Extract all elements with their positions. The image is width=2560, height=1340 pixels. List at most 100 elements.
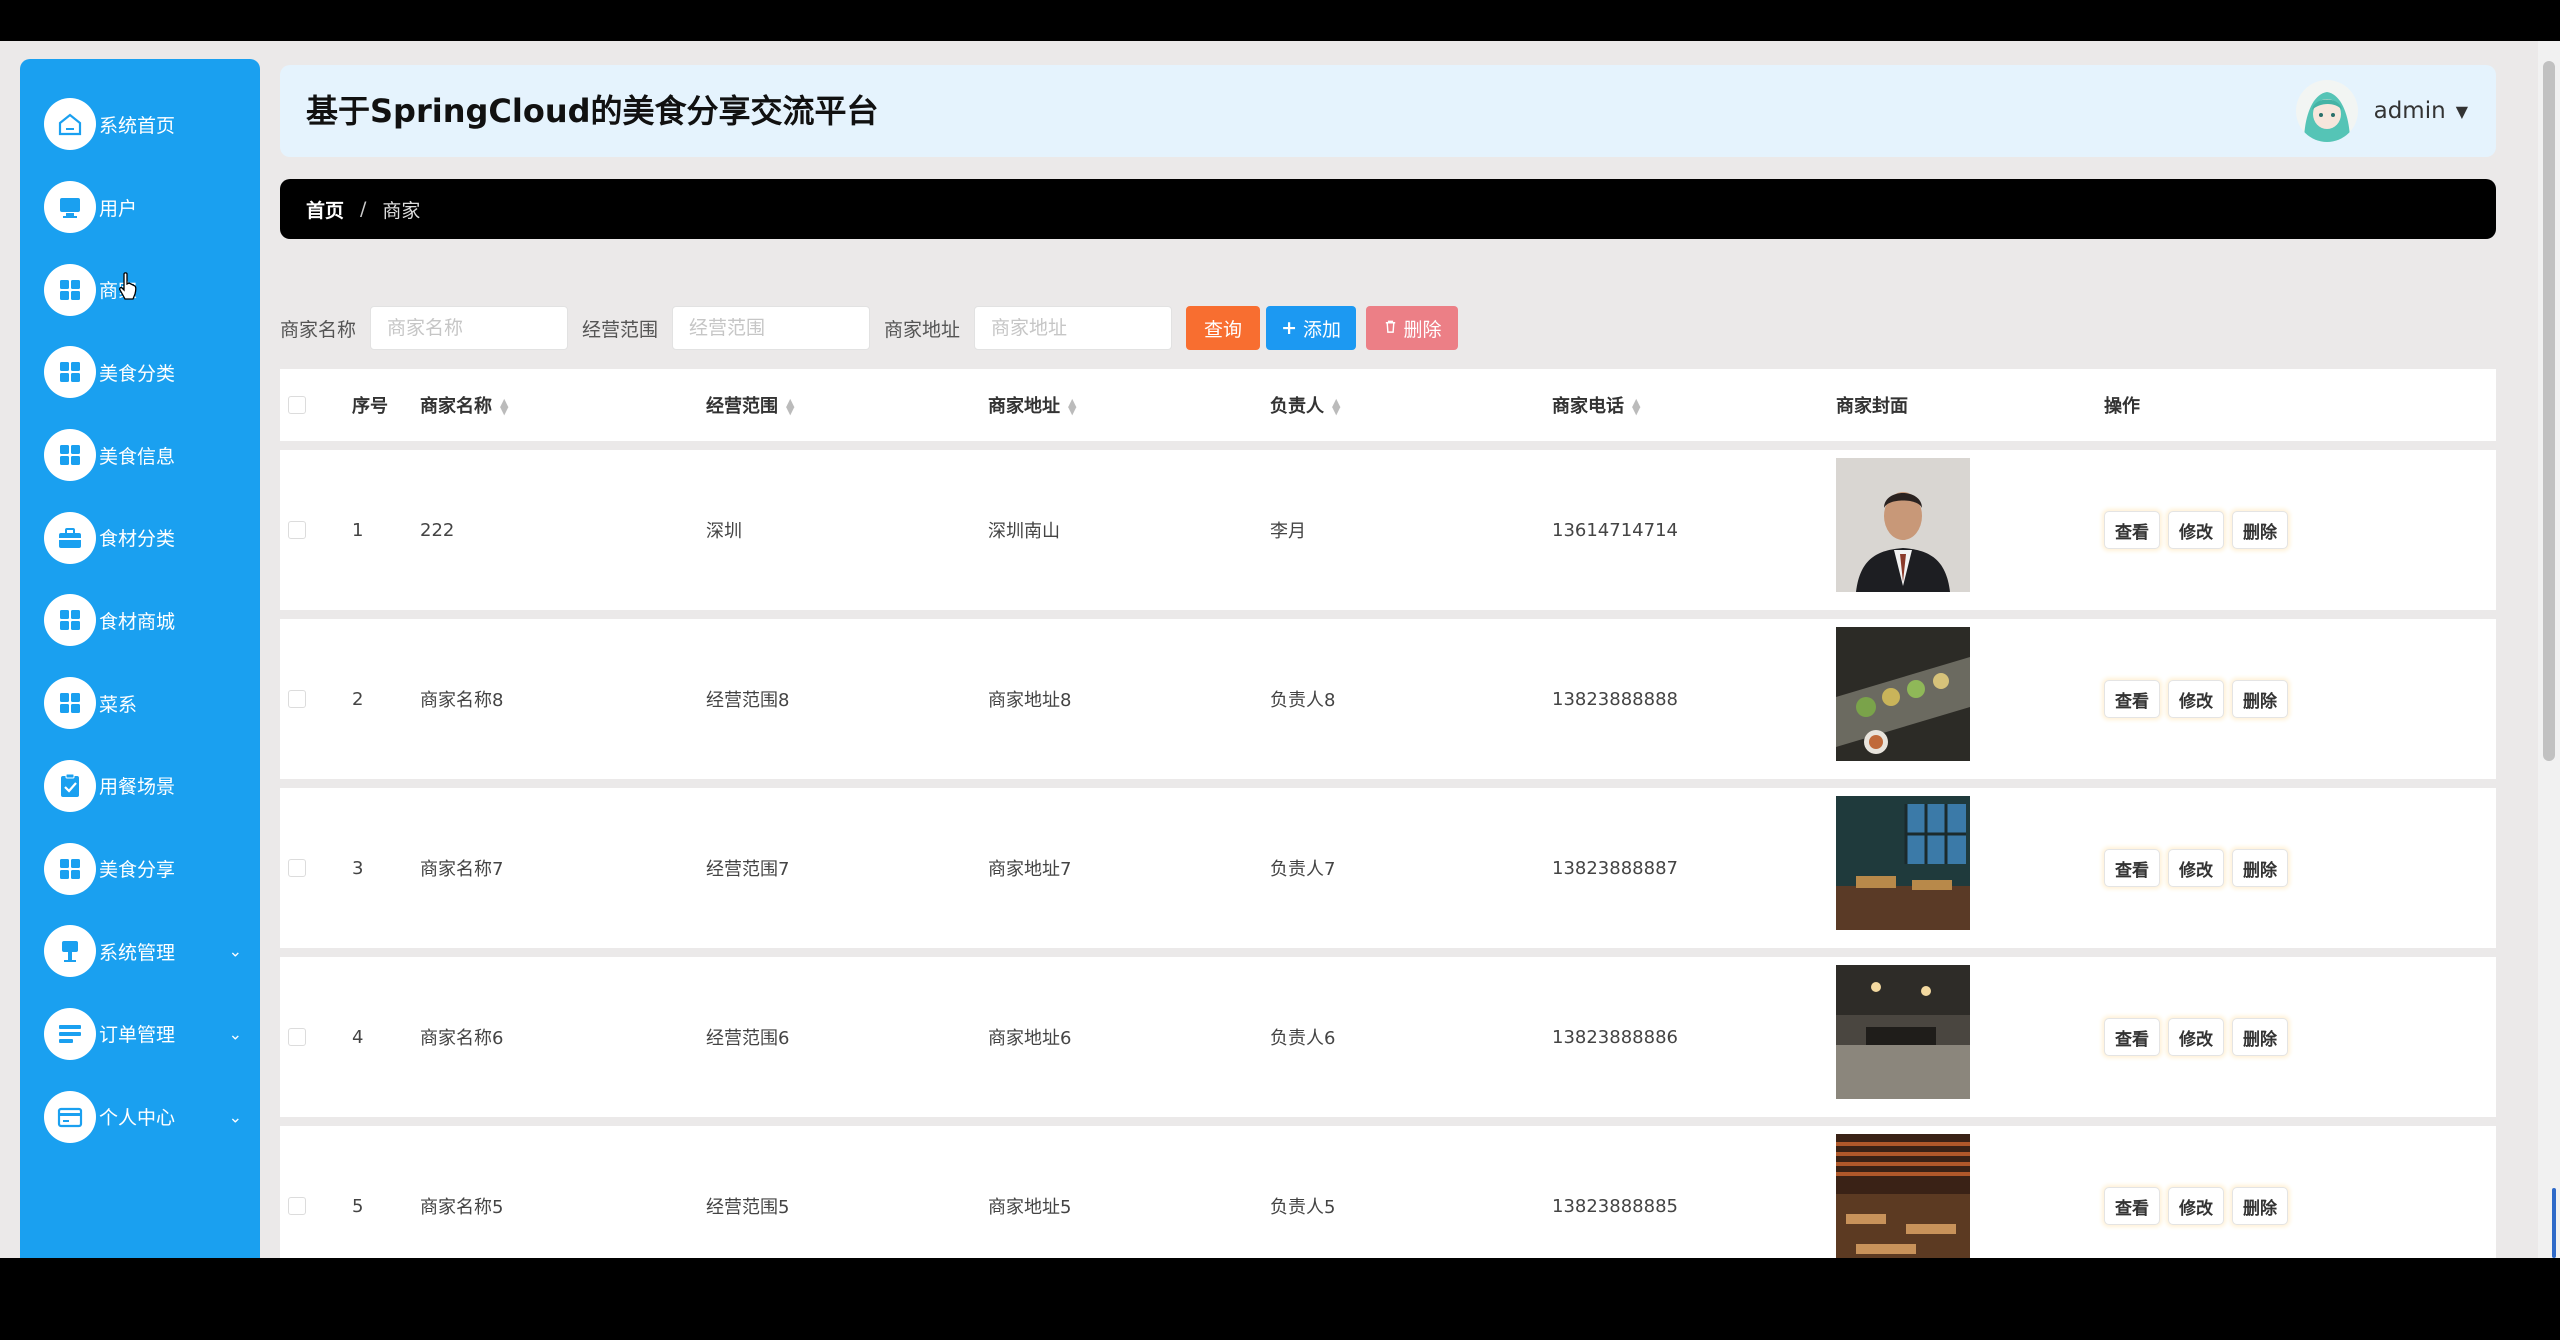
username[interactable]: admin: [2374, 98, 2446, 124]
view-button[interactable]: 查看: [2104, 1018, 2160, 1056]
merchant-address-label: 商家地址: [884, 318, 961, 341]
header-scope[interactable]: 经营范围 ▲ ▼: [706, 392, 794, 418]
sidebar-item-personal-center[interactable]: 个人中心 ⌄: [20, 1075, 260, 1158]
query-button[interactable]: 查询: [1186, 306, 1261, 350]
row-owner: 负责人7: [1270, 859, 1336, 880]
sidebar-item-label: 美食分享: [99, 859, 176, 882]
row-owner: 负责人5: [1270, 1197, 1336, 1218]
row-index: 3: [352, 857, 364, 879]
batch-delete-button[interactable]: 删除: [1366, 306, 1459, 350]
sidebar-item-label: 食材分类: [99, 528, 176, 551]
home-icon: [44, 98, 96, 151]
row-name: 商家名称8: [420, 690, 504, 711]
scrollbar-thumb[interactable]: [2543, 61, 2555, 761]
sidebar-item-dining-scene[interactable]: 用餐场景: [20, 745, 260, 828]
sidebar-item-label: 用餐场景: [99, 776, 176, 799]
table-row: 2 商家名称8 经营范围8 商家地址8 负责人8 13823888888 查看 …: [280, 619, 2496, 779]
sidebar-item-ingredient-category[interactable]: 食材分类: [20, 496, 260, 579]
merchant-cover-image[interactable]: [1836, 965, 1970, 1099]
header-phone[interactable]: 商家电话 ▲ ▼: [1552, 392, 1640, 418]
edit-button[interactable]: 修改: [2168, 511, 2224, 549]
caret-down-icon[interactable]: ▼: [2456, 102, 2468, 121]
view-button[interactable]: 查看: [2104, 680, 2160, 718]
header-owner[interactable]: 负责人 ▲ ▼: [1270, 392, 1340, 418]
sort-icon[interactable]: ▲ ▼: [1632, 397, 1640, 416]
edit-button[interactable]: 修改: [2168, 1187, 2224, 1225]
briefcase-icon: [44, 511, 96, 564]
sort-icon[interactable]: ▲ ▼: [786, 397, 794, 416]
row-phone: 13614714714: [1552, 519, 1678, 541]
clipboard-check-icon: [44, 759, 96, 812]
merchant-cover-image[interactable]: [1836, 1134, 1970, 1258]
avatar[interactable]: [2295, 80, 2358, 142]
row-phone: 13823888886: [1552, 1026, 1678, 1048]
delete-button[interactable]: 删除: [2232, 1187, 2288, 1225]
sidebar-item-food-info[interactable]: 美食信息: [20, 414, 260, 497]
sort-icon[interactable]: ▲ ▼: [1068, 397, 1076, 416]
sidebar-item-cuisine[interactable]: 菜系: [20, 662, 260, 745]
sort-icon[interactable]: ▲ ▼: [500, 397, 508, 416]
edit-button[interactable]: 修改: [2168, 680, 2224, 718]
row-checkbox[interactable]: [288, 1028, 306, 1046]
business-scope-input[interactable]: [672, 306, 871, 350]
sidebar-item-users[interactable]: 用户: [20, 166, 260, 249]
row-name: 商家名称7: [420, 859, 504, 880]
delete-button[interactable]: 删除: [2232, 680, 2288, 718]
merchant-cover-image[interactable]: [1836, 458, 1970, 592]
sidebar-item-system-management[interactable]: 系统管理 ⌄: [20, 910, 260, 993]
grid-icon: [44, 842, 96, 895]
select-all-checkbox[interactable]: [288, 396, 306, 414]
row-checkbox[interactable]: [288, 690, 306, 708]
merchant-address-input[interactable]: [974, 306, 1173, 350]
merchant-name-input[interactable]: [370, 306, 569, 350]
header-address[interactable]: 商家地址 ▲ ▼: [988, 392, 1076, 418]
header-name[interactable]: 商家名称 ▲ ▼: [420, 392, 508, 418]
delete-button[interactable]: 删除: [2232, 511, 2288, 549]
user-menu[interactable]: admin ▼: [2295, 65, 2468, 157]
header-phone-text: 商家电话: [1552, 396, 1624, 417]
view-button[interactable]: 查看: [2104, 511, 2160, 549]
sidebar-item-ingredient-shop[interactable]: 食材商城: [20, 579, 260, 662]
row-phone: 13823888885: [1552, 1195, 1678, 1217]
row-name: 222: [420, 519, 455, 541]
row-checkbox[interactable]: [288, 859, 306, 877]
merchant-cover-image[interactable]: [1836, 627, 1970, 761]
view-button[interactable]: 查看: [2104, 849, 2160, 887]
row-name: 商家名称5: [420, 1197, 504, 1218]
pin-icon: [44, 925, 96, 978]
merchant-cover-image[interactable]: [1836, 796, 1970, 930]
header-owner-text: 负责人: [1270, 396, 1324, 417]
row-phone: 13823888888: [1552, 688, 1678, 710]
row-scope: 经营范围5: [706, 1197, 790, 1218]
page-scrollbar[interactable]: [2538, 41, 2560, 1258]
sidebar-item-label: 菜系: [99, 693, 138, 716]
edit-button[interactable]: 修改: [2168, 849, 2224, 887]
sidebar-item-label: 美食分类: [99, 362, 176, 385]
search-bar: 商家名称 经营范围 商家地址 查询 + 添加 删除: [280, 305, 1464, 351]
sidebar-item-merchants[interactable]: 商家: [20, 248, 260, 331]
sidebar-item-food-category[interactable]: 美食分类: [20, 331, 260, 414]
sidebar-item-label: 食材商城: [99, 610, 176, 633]
business-scope-label: 经营范围: [582, 318, 659, 341]
breadcrumb-home[interactable]: 首页: [306, 196, 344, 223]
table-row: 1 222 深圳 深圳南山 李月 13614714714 查看 修改 删除: [280, 450, 2496, 610]
row-checkbox[interactable]: [288, 1197, 306, 1215]
grid-icon: [44, 594, 96, 647]
view-button[interactable]: 查看: [2104, 1187, 2160, 1225]
delete-button[interactable]: 删除: [2232, 849, 2288, 887]
row-address: 商家地址6: [988, 1028, 1072, 1049]
delete-button[interactable]: 删除: [2232, 1018, 2288, 1056]
scroll-indicator: [2552, 1188, 2556, 1258]
edit-button[interactable]: 修改: [2168, 1018, 2224, 1056]
row-checkbox[interactable]: [288, 521, 306, 539]
breadcrumb: 首页 / 商家: [280, 179, 2496, 239]
sidebar-item-food-share[interactable]: 美食分享: [20, 827, 260, 910]
app-screen: 系统首页 用户 商家 美食分类 美食信息 食材分类 食材商城 菜系 用餐场景 美…: [0, 41, 2560, 1258]
row-actions: 查看 修改 删除: [2104, 511, 2288, 549]
sidebar-item-home[interactable]: 系统首页: [20, 83, 260, 166]
table-row: 5 商家名称5 经营范围5 商家地址5 负责人5 13823888885 查看 …: [280, 1126, 2496, 1258]
sort-icon[interactable]: ▲ ▼: [1332, 397, 1340, 416]
row-address: 商家地址5: [988, 1197, 1072, 1218]
add-button[interactable]: + 添加: [1266, 306, 1357, 350]
sidebar-item-order-management[interactable]: 订单管理 ⌄: [20, 993, 260, 1076]
